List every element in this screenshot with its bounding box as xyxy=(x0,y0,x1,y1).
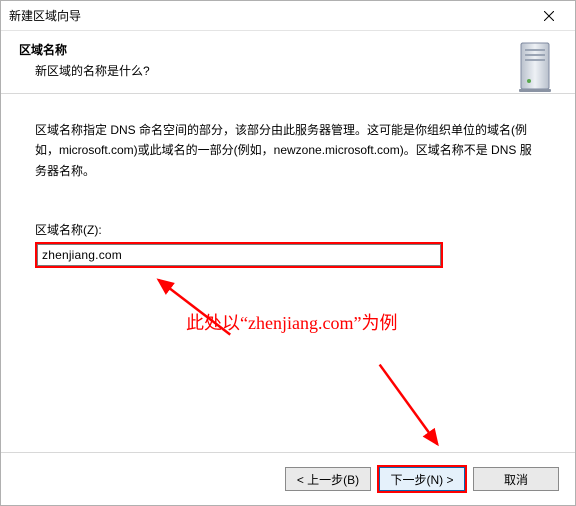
zone-name-input-highlight xyxy=(35,242,443,268)
close-icon xyxy=(544,11,554,21)
header-subheading: 新区域的名称是什么? xyxy=(19,62,485,79)
cancel-button[interactable]: 取消 xyxy=(473,467,559,491)
zone-name-input[interactable] xyxy=(37,244,441,266)
wizard-window: 新建区域向导 区域名称 新区域的名称是什么? xyxy=(0,0,576,506)
titlebar: 新建区域向导 xyxy=(1,1,575,31)
annotation-text: 此处以“zhenjiang.com”为例 xyxy=(186,309,397,335)
description-text: 区域名称指定 DNS 命名空间的部分，该部分由此服务器管理。这可能是你组织单位的… xyxy=(35,120,541,181)
zone-name-label: 区域名称(Z): xyxy=(35,221,541,238)
zone-name-field: 区域名称(Z): xyxy=(35,221,541,268)
header-heading: 区域名称 xyxy=(19,41,485,58)
wizard-footer: < 上一步(B) 下一步(N) > 取消 xyxy=(1,452,575,505)
server-icon xyxy=(515,39,557,95)
close-button[interactable] xyxy=(529,2,569,30)
wizard-body: 区域名称指定 DNS 命名空间的部分，该部分由此服务器管理。这可能是你组织单位的… xyxy=(1,94,575,452)
wizard-header: 区域名称 新区域的名称是什么? xyxy=(1,31,575,94)
next-button[interactable]: 下一步(N) > xyxy=(379,467,465,491)
back-button[interactable]: < 上一步(B) xyxy=(285,467,371,491)
window-title: 新建区域向导 xyxy=(9,7,529,24)
